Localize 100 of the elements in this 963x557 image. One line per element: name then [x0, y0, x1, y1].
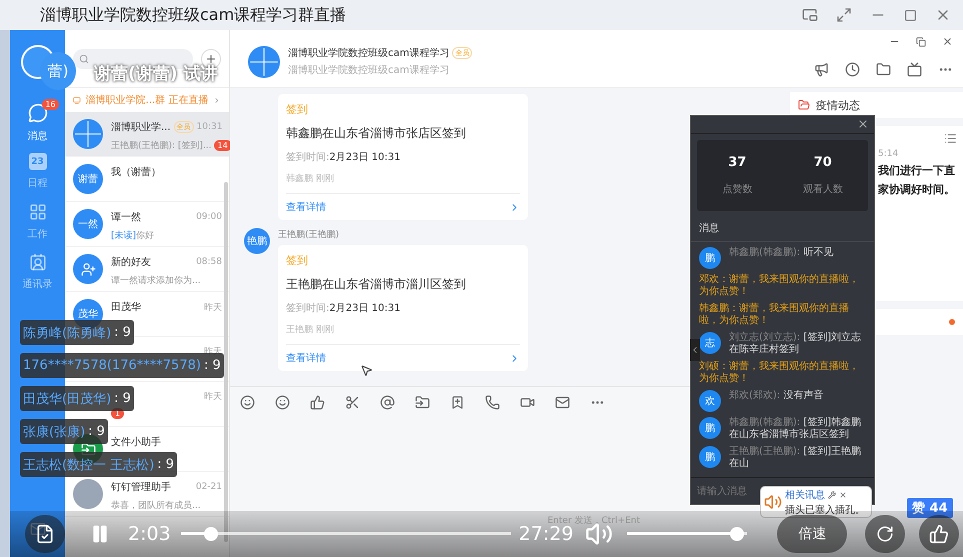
megaphone-icon[interactable] — [814, 62, 829, 77]
bookmark-icon[interactable] — [450, 395, 465, 410]
thumbs-up-icon[interactable] — [310, 395, 325, 410]
comment-count: : 9 — [114, 391, 131, 406]
conversation-name: 淄博职业学... — [111, 120, 171, 134]
restore-icon[interactable] — [916, 36, 926, 46]
conversation-time: 昨天 — [204, 302, 222, 314]
live-message: 刘立志(刘立志): [签到]刘立志在陈辛庄村签到 — [729, 332, 862, 356]
like-button[interactable] — [919, 515, 960, 553]
speed-button[interactable]: 倍速 — [777, 515, 848, 553]
live-icon — [73, 94, 81, 106]
scissors-icon[interactable] — [345, 395, 360, 410]
live-message: 郑欢(郑欢): 没有声音 — [729, 390, 824, 402]
news-icon — [798, 99, 810, 111]
card-footer: 韩鑫鹏 刚刚 — [286, 172, 520, 185]
comment-count: : 9 — [114, 325, 131, 340]
folder-icon[interactable] — [876, 62, 891, 77]
conversation-time: 09:00 — [196, 212, 222, 222]
apps-icon — [28, 203, 46, 221]
live-message: 韩鑫鹏(韩鑫鹏): [签到]韩鑫鹏在山东省淄博市张店区签到 — [729, 416, 862, 441]
phone-icon[interactable] — [485, 395, 500, 410]
chat-icon — [28, 103, 48, 123]
speaker-icon — [764, 493, 782, 511]
message-preview: 王艳鹏(王艳鹏): [签到]... — [111, 140, 212, 152]
pin-window-icon[interactable] — [802, 7, 818, 23]
stat-value: 70 — [814, 154, 832, 170]
news-title: 疫情动态 — [816, 98, 860, 112]
avatar: 一然 — [73, 209, 103, 239]
collapse-button[interactable] — [690, 339, 700, 361]
nav-label: 消息 — [28, 130, 48, 143]
like-message: 刘硕：谢蕾，我来围观你的直播啦，为你点赞！ — [699, 360, 860, 385]
viewer-avatar: 鹏 — [699, 246, 721, 269]
group-avatar-icon — [73, 119, 103, 149]
card-title: 签到 — [286, 253, 309, 268]
rotate-icon — [876, 525, 894, 543]
message-preview: [未读]你好 — [111, 230, 156, 242]
video-icon[interactable] — [520, 395, 535, 410]
clock-icon[interactable] — [845, 62, 860, 77]
chat-subtitle: 淄博职业学院数控班级cam课程学习 — [288, 64, 450, 77]
close-icon[interactable] — [857, 118, 869, 130]
conversation-time: 08:58 — [196, 257, 222, 267]
live-message: 韩鑫鹏(韩鑫鹏): 听不见 — [729, 246, 834, 259]
mention-icon[interactable] — [380, 395, 395, 410]
stat-label: 点赞数 — [722, 182, 752, 196]
document-check-icon — [35, 524, 55, 544]
tv-icon[interactable] — [907, 62, 922, 77]
post-time: 5:14 — [878, 149, 900, 159]
group-avatar-icon — [248, 46, 280, 78]
conversation-name: 我（谢蕾） — [111, 166, 162, 179]
close-icon[interactable] — [839, 490, 847, 498]
like-message: 邓欢：谢蕾，我来围观你的直播啦，为你点赞！ — [699, 274, 860, 298]
card-title: 签到 — [286, 102, 309, 117]
nav-label: 日程 — [28, 177, 48, 190]
emoji-icon[interactable] — [275, 395, 290, 410]
window-title: 淄博职业学院数控班级cam课程学习群直播 — [40, 4, 348, 26]
conversation-name: 钉钉管理助手 — [111, 480, 172, 494]
check-in-time: 签到时间:2月23日 10:31 — [286, 150, 402, 164]
comment-count: : 9 — [204, 358, 221, 373]
viewer-avatar: 欢 — [699, 390, 721, 412]
post-text: 家协调好时间。 — [878, 182, 956, 197]
viewer-avatar: 鹏 — [699, 446, 721, 468]
card-text: 韩鑫鹏在山东省淄博市张店区签到 — [286, 125, 467, 142]
avatar: 谢蕾 — [73, 164, 103, 194]
slider-thumb[interactable] — [204, 527, 218, 541]
stat-value: 37 — [728, 154, 746, 170]
wrench-icon[interactable] — [828, 490, 836, 498]
maximize-icon[interactable] — [904, 8, 917, 22]
notification-title: 相关讯息 — [785, 488, 825, 502]
comment-author: 176****7578(176****7578) — [23, 358, 201, 373]
contacts-icon — [28, 253, 46, 271]
presenter-label: 谢蕾(谢蕾) 试讲 — [94, 62, 218, 84]
close-icon[interactable] — [942, 36, 953, 47]
search-icon — [79, 54, 89, 64]
conversation-time: 10:31 — [196, 122, 222, 132]
list-icon[interactable] — [944, 132, 957, 145]
message-preview: 谭一然请求添加你为... — [111, 274, 202, 287]
nav-item[interactable]: 16 消息 — [14, 99, 60, 149]
captions-button[interactable] — [25, 515, 65, 553]
unread-badge: 16 — [42, 99, 58, 110]
mail-icon[interactable] — [555, 395, 570, 410]
message-preview: 恭喜，团队所有成员... — [111, 500, 202, 512]
thumbs-up-icon — [929, 524, 950, 544]
sender-avatar: 艳鹏 — [244, 228, 270, 254]
fullscreen-icon[interactable] — [836, 7, 852, 23]
duration-time: 27:29 — [518, 523, 574, 545]
conversation-name: 文件小助手 — [111, 436, 162, 449]
rotate-button[interactable] — [865, 515, 906, 553]
check-in-time: 签到时间:2月23日 10:31 — [286, 302, 402, 315]
card-text: 王艳鹏在山东省淄博市淄川区签到 — [286, 276, 467, 293]
details-link[interactable]: 查看详情 — [286, 344, 520, 365]
details-link[interactable]: 查看详情 — [286, 193, 520, 214]
folder-icon[interactable] — [415, 395, 430, 410]
mail-icon[interactable] — [30, 521, 46, 537]
news-row[interactable]: 疫情动态 — [790, 92, 963, 118]
like-message: 韩鑫鹏：谢蕾，我来围观你的直播啦，为你点赞！ — [699, 302, 850, 327]
card-footer: 王艳鹏 刚刚 — [286, 323, 520, 336]
conversation-name: 田茂华 — [111, 300, 142, 314]
sender-name: 王艳鹏(王艳鹏) — [278, 228, 340, 241]
conversation-time: 昨天 — [204, 390, 222, 403]
messages-heading: 消息 — [691, 216, 874, 242]
